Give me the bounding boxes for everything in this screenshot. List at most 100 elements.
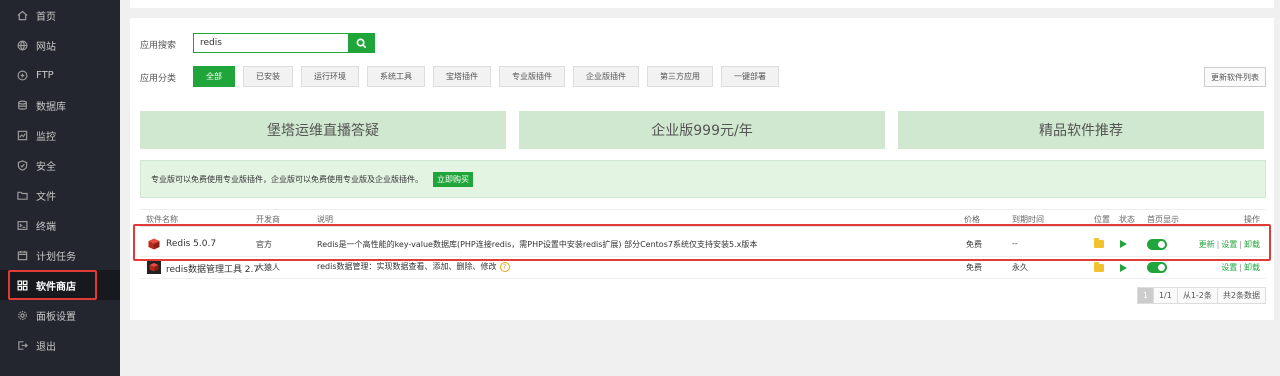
software-price: 免费 bbox=[966, 240, 982, 249]
uninstall-link[interactable]: 卸载 bbox=[1244, 240, 1260, 249]
software-developer: 大猿人 bbox=[256, 263, 280, 272]
refresh-software-list-button[interactable]: 更新软件列表 bbox=[1204, 67, 1266, 87]
monitor-icon bbox=[17, 130, 28, 141]
col-home-display: 首页显示 bbox=[1147, 215, 1179, 224]
software-developer: 官方 bbox=[256, 240, 272, 249]
table-row: Redis 5.0.7 官方 Redis是一个高性能的key-value数据库(… bbox=[140, 231, 1266, 257]
banner-live-qa[interactable]: 堡塔运维直播答疑 bbox=[140, 111, 506, 149]
sidebar-item-label: 软件商店 bbox=[36, 281, 76, 293]
banner-featured-software[interactable]: 精品软件推荐 bbox=[898, 111, 1264, 149]
category-tabs: 全部 已安装 运行环境 系统工具 宝塔插件 专业版插件 企业版插件 第三方应用 … bbox=[193, 66, 787, 87]
tab-enterprise-plugins[interactable]: 企业版插件 bbox=[573, 66, 639, 87]
home-display-toggle[interactable] bbox=[1147, 239, 1167, 250]
redis-icon bbox=[148, 238, 160, 250]
pagination: 1 1/1 从1-2条 共2条数据 bbox=[1136, 287, 1266, 304]
tab-runtime[interactable]: 运行环境 bbox=[301, 66, 359, 87]
settings-link[interactable]: 设置 bbox=[1221, 240, 1237, 249]
software-description: redis数据管理：实现数据查看、添加、删除、修改 bbox=[317, 262, 497, 271]
redis-manager-icon bbox=[147, 260, 161, 274]
main-panel: 应用搜索 应用分类 全部 已安装 运行环境 系统工具 宝塔插件 专业版插件 企业… bbox=[130, 18, 1274, 320]
sidebar: 首页 网站 FTP 数据库 监控 安全 文件 终端 计划任务 软件商店 面板设置 bbox=[0, 0, 120, 376]
col-developer: 开发商 bbox=[256, 215, 280, 224]
table-header: 软件名称 开发商 说明 价格 到期时间 位置 状态 首页显示 操作 bbox=[140, 209, 1266, 227]
sidebar-item-terminal[interactable]: 终端 bbox=[0, 210, 120, 240]
sidebar-item-monitor[interactable]: 监控 bbox=[0, 120, 120, 150]
search-icon bbox=[356, 38, 366, 48]
page-range: 从1-2条 bbox=[1177, 287, 1218, 304]
settings-link[interactable]: 设置 bbox=[1221, 263, 1237, 272]
promo-text: 专业版可以免费使用专业版插件，企业版可以免费使用专业版及企业版插件。 bbox=[151, 174, 423, 184]
sidebar-item-label: 面板设置 bbox=[36, 311, 76, 323]
software-description: Redis是一个高性能的key-value数据库(PHP连接redis，需PHP… bbox=[317, 240, 758, 249]
ftp-icon bbox=[17, 70, 28, 81]
sidebar-item-software-store[interactable]: 软件商店 bbox=[0, 270, 120, 300]
buy-now-button[interactable]: 立即购买 bbox=[433, 171, 473, 187]
col-expire: 到期时间 bbox=[1012, 215, 1044, 224]
sidebar-item-label: 首页 bbox=[36, 11, 56, 23]
sidebar-item-panel-settings[interactable]: 面板设置 bbox=[0, 300, 120, 330]
col-description: 说明 bbox=[317, 215, 333, 224]
sidebar-item-database[interactable]: 数据库 bbox=[0, 90, 120, 120]
software-name[interactable]: redis数据管理工具 2.7 bbox=[166, 262, 259, 275]
software-expire: 永久 bbox=[1012, 263, 1028, 272]
open-folder-icon[interactable] bbox=[1094, 238, 1104, 248]
tab-system-tools[interactable]: 系统工具 bbox=[367, 66, 425, 87]
software-name[interactable]: Redis 5.0.7 bbox=[166, 239, 216, 249]
sidebar-item-label: 终端 bbox=[36, 221, 56, 233]
help-icon[interactable]: ? bbox=[499, 262, 510, 272]
sidebar-item-files[interactable]: 文件 bbox=[0, 180, 120, 210]
table-row: redis数据管理工具 2.7 大猿人 redis数据管理：实现数据查看、添加、… bbox=[140, 257, 1266, 279]
category-label: 应用分类 bbox=[140, 74, 177, 84]
sidebar-item-logout[interactable]: 退出 bbox=[0, 330, 120, 360]
tab-all[interactable]: 全部 bbox=[193, 66, 235, 87]
uninstall-link[interactable]: 卸载 bbox=[1244, 263, 1260, 272]
tab-one-click-deploy[interactable]: 一键部署 bbox=[721, 66, 779, 87]
col-name: 软件名称 bbox=[146, 215, 178, 224]
tab-bt-plugins[interactable]: 宝塔插件 bbox=[433, 66, 491, 87]
sidebar-item-label: 计划任务 bbox=[36, 251, 76, 263]
shield-icon bbox=[17, 159, 28, 171]
globe-icon bbox=[17, 40, 28, 51]
promo-bar: 专业版可以免费使用专业版插件，企业版可以免费使用专业版及企业版插件。 立即购买 bbox=[140, 160, 1266, 198]
update-link[interactable]: 更新 bbox=[1199, 240, 1215, 249]
search-box bbox=[193, 33, 375, 53]
top-panel bbox=[130, 0, 1274, 8]
sidebar-item-label: FTP bbox=[36, 69, 54, 81]
home-display-toggle[interactable] bbox=[1147, 262, 1167, 273]
search-input[interactable] bbox=[194, 34, 349, 52]
page-count: 1/1 bbox=[1153, 287, 1178, 304]
play-icon[interactable] bbox=[1120, 264, 1127, 272]
sidebar-item-label: 文件 bbox=[36, 191, 56, 203]
home-icon bbox=[17, 10, 28, 21]
sidebar-item-cron[interactable]: 计划任务 bbox=[0, 240, 120, 270]
calendar-icon bbox=[17, 250, 28, 261]
page-current[interactable]: 1 bbox=[1136, 287, 1154, 304]
tab-third-party[interactable]: 第三方应用 bbox=[647, 66, 713, 87]
page-total: 共2条数据 bbox=[1217, 287, 1266, 304]
row-actions: 设置 | 卸载 bbox=[1221, 263, 1260, 272]
col-actions: 操作 bbox=[1244, 215, 1260, 224]
software-price: 免费 bbox=[966, 263, 982, 272]
gear-icon bbox=[17, 310, 28, 321]
tab-pro-plugins[interactable]: 专业版插件 bbox=[499, 66, 565, 87]
search-button[interactable] bbox=[348, 34, 374, 52]
tab-installed[interactable]: 已安装 bbox=[243, 66, 293, 87]
sidebar-item-security[interactable]: 安全 bbox=[0, 150, 120, 180]
sidebar-item-label: 网站 bbox=[36, 41, 56, 53]
logout-icon bbox=[17, 340, 28, 351]
database-icon bbox=[17, 100, 28, 111]
sidebar-item-label: 数据库 bbox=[36, 101, 66, 113]
software-expire: -- bbox=[1012, 239, 1018, 248]
search-label: 应用搜索 bbox=[140, 41, 177, 51]
sidebar-item-label: 安全 bbox=[36, 161, 56, 173]
open-folder-icon[interactable] bbox=[1094, 262, 1104, 272]
col-status: 状态 bbox=[1119, 215, 1135, 224]
banner-enterprise-price[interactable]: 企业版999元/年 bbox=[519, 111, 885, 149]
play-icon[interactable] bbox=[1120, 240, 1127, 248]
sidebar-item-website[interactable]: 网站 bbox=[0, 30, 120, 60]
terminal-icon bbox=[17, 220, 28, 231]
sidebar-item-home[interactable]: 首页 bbox=[0, 0, 120, 30]
software-description-wrap: redis数据管理：实现数据查看、添加、删除、修改? bbox=[317, 261, 510, 272]
col-location: 位置 bbox=[1094, 215, 1110, 224]
sidebar-item-ftp[interactable]: FTP bbox=[0, 60, 120, 90]
